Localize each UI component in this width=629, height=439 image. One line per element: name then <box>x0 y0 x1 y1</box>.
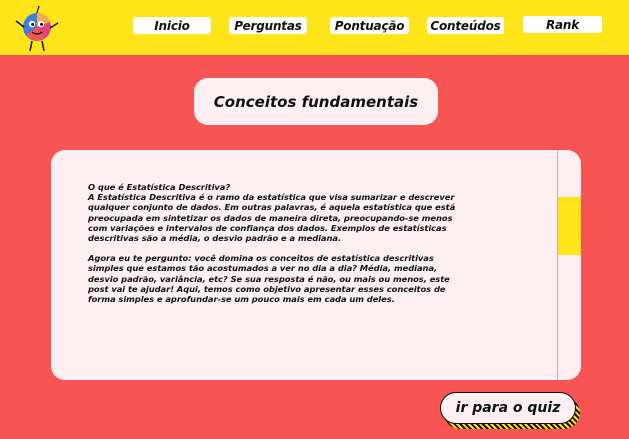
nav-pontuacao-button[interactable]: Pontuação <box>330 17 409 34</box>
mascot-logo-icon[interactable] <box>12 3 62 53</box>
top-nav-bar: Inicio Perguntas Pontuação Conteúdos Ran… <box>0 0 629 55</box>
nav-inicio-button[interactable]: Inicio <box>133 17 211 34</box>
scrollbar-thumb[interactable] <box>558 197 581 255</box>
article-paragraph-question: Agora eu te pergunto: você domina os con… <box>88 253 450 305</box>
nav-rank-button[interactable]: Rank <box>523 16 602 33</box>
scrollbar-track[interactable] <box>557 150 581 380</box>
content-card: O que é Estatística Descritiva? A Estatí… <box>51 150 581 380</box>
page-title: Conceitos fundamentais <box>194 78 438 125</box>
article-text: O que é Estatística Descritiva? A Estatí… <box>88 182 470 304</box>
nav-perguntas-button[interactable]: Perguntas <box>229 17 307 34</box>
go-to-quiz-button[interactable]: ir para o quiz <box>440 392 576 424</box>
nav-conteudos-button[interactable]: Conteúdos <box>427 17 504 34</box>
article-paragraph-intro: O que é Estatística Descritiva? A Estatí… <box>88 182 456 244</box>
